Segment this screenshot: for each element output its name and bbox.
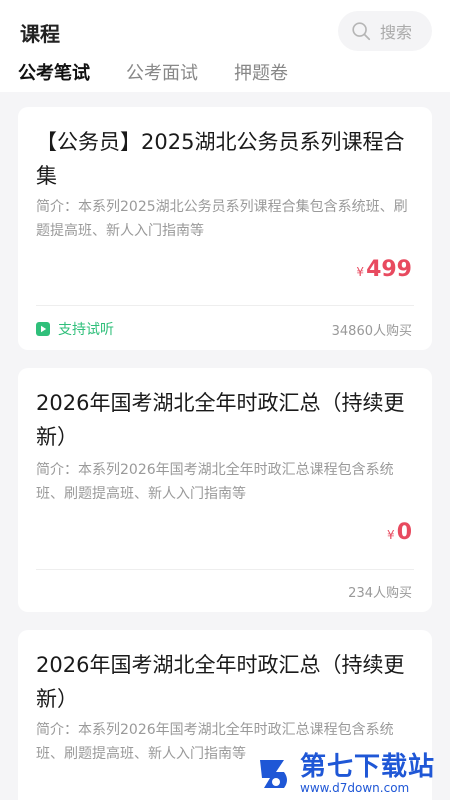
page-title: 课程: [20, 22, 60, 46]
divider: [36, 305, 414, 306]
course-list: 【公务员】2025湖北公务员系列课程合集 简介：本系列2025湖北公务员系列课程…: [0, 92, 450, 800]
currency-symbol: ¥: [387, 528, 395, 542]
buyer-count: 234人购买: [348, 586, 412, 601]
price-value: 499: [366, 257, 412, 282]
tab-interview[interactable]: 公考面试: [126, 59, 198, 85]
site-logo-icon: [260, 760, 287, 788]
category-tabs: 公考笔试 公考面试 押题卷: [18, 58, 288, 86]
course-card[interactable]: 【公务员】2025湖北公务员系列课程合集 简介：本系列2025湖北公务员系列课程…: [18, 107, 432, 350]
divider: [36, 569, 414, 570]
course-title: 2026年国考湖北全年时政汇总（持续更新）: [36, 391, 405, 449]
course-price: ¥ 499: [356, 257, 412, 282]
currency-symbol: ¥: [356, 265, 365, 279]
top-header: 课程 搜索 公考笔试 公考面试 押题卷: [0, 0, 450, 92]
course-desc: 简介：本系列2026年国考湖北全年时政汇总课程包含系统班、刷题提高班、新人入门指…: [36, 462, 394, 502]
search-icon: [352, 22, 371, 41]
search-box[interactable]: 搜索: [338, 11, 432, 51]
trial-label: 支持试听: [58, 322, 114, 338]
site-watermark: 第七下载站 www.d7down.com: [254, 748, 450, 800]
course-desc: 简介：本系列2025湖北公务员系列课程合集包含系统班、刷题提高班、新人入门指南等: [36, 199, 408, 239]
price-value: 0: [396, 520, 412, 545]
trial-badge[interactable]: 支持试听: [36, 319, 114, 339]
search-placeholder: 搜索: [380, 23, 413, 42]
course-card[interactable]: 2026年国考湖北全年时政汇总（持续更新） 简介：本系列2026年国考湖北全年时…: [18, 368, 432, 612]
course-price: ¥ 0: [387, 520, 412, 545]
watermark-url: www.d7down.com: [300, 781, 410, 795]
course-title: 2026年国考湖北全年时政汇总（持续更新）: [36, 653, 405, 711]
watermark-name: 第七下载站: [300, 752, 436, 782]
tab-written-exam[interactable]: 公考笔试: [18, 59, 90, 85]
course-title: 【公务员】2025湖北公务员系列课程合集: [36, 130, 405, 188]
play-icon: [36, 322, 50, 336]
buyer-count: 34860人购买: [331, 324, 412, 339]
tab-mock-papers[interactable]: 押题卷: [234, 59, 288, 85]
